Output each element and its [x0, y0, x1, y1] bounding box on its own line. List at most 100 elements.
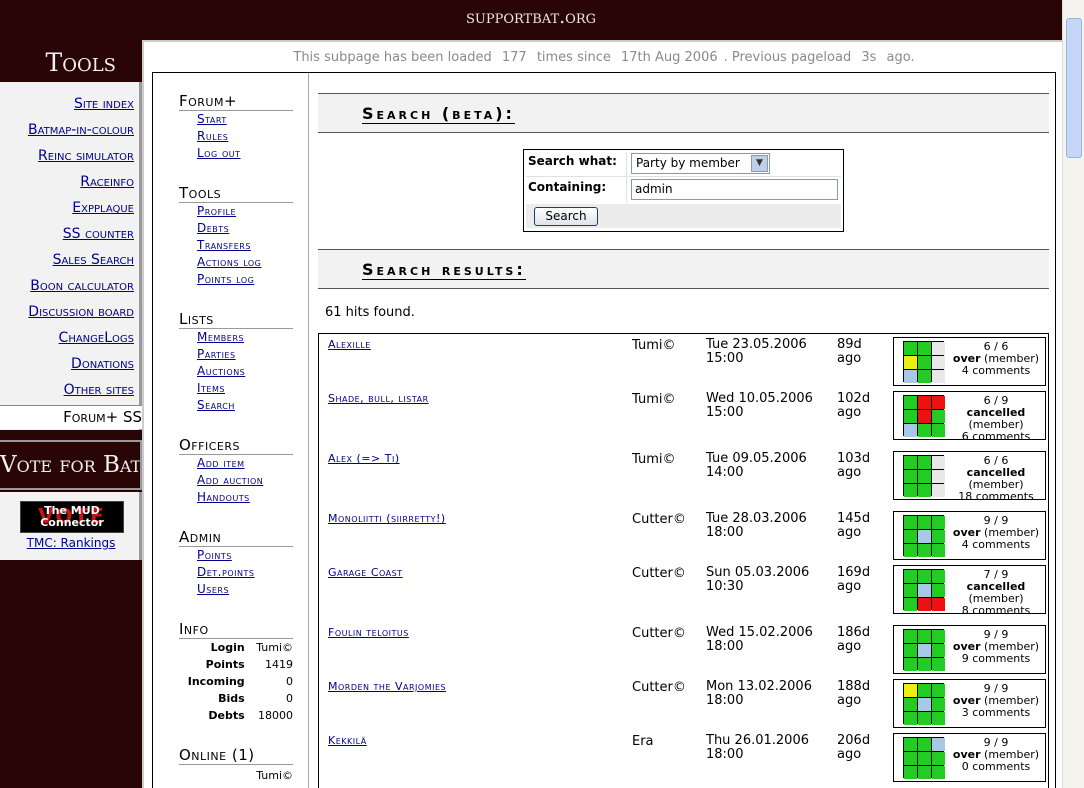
- submenu-link-debts[interactable]: Debts: [197, 220, 293, 237]
- party-date-time: 15:00: [706, 351, 744, 366]
- submenu-link-add-auction[interactable]: Add auction: [197, 472, 293, 489]
- party-slot-cell: [932, 598, 945, 611]
- party-slot-cell: [918, 424, 931, 437]
- party-date-day: Tue 23.05.2006: [706, 337, 807, 352]
- submenu-link-handouts[interactable]: Handouts: [197, 489, 293, 506]
- search-section-header: Search (beta):: [318, 93, 1049, 133]
- party-slot-cell: [918, 456, 931, 469]
- sidebar-item-batmap[interactable]: Batmap-in-colour: [0, 118, 139, 144]
- party-slot-cell: [932, 356, 945, 369]
- party-status-box[interactable]: 6 / 6 over (member) 4 comments: [893, 337, 1046, 386]
- submenu-link-logout[interactable]: Log out: [197, 145, 293, 162]
- chevron-down-icon[interactable]: ▼: [751, 155, 768, 172]
- party-status-box[interactable]: 9 / 9 over (member) 9 comments: [893, 625, 1046, 674]
- submenu-link-users[interactable]: Users: [197, 581, 293, 598]
- party-slot-cell: [904, 342, 917, 355]
- submenu-link-parties[interactable]: Parties: [197, 346, 293, 363]
- party-comments: 3 comments: [961, 706, 1031, 719]
- party-slot-cell: [918, 544, 931, 557]
- search-what-select[interactable]: Party by member ▼: [631, 153, 770, 174]
- party-slot-cell: [918, 584, 931, 597]
- sidebar-item-donations[interactable]: Donations: [0, 352, 139, 378]
- party-age: 186d ago: [837, 626, 870, 654]
- party-age-suffix: ago: [837, 579, 862, 594]
- table-row: Foulin teloitus Cutter© Wed 15.02.2006 18:0…: [319, 622, 1048, 678]
- online-user: Tumi©: [256, 769, 293, 782]
- party-slot-cell: [932, 470, 945, 483]
- party-leader: Era: [632, 734, 654, 749]
- party-date-day: Wed 10.05.2006: [706, 391, 813, 406]
- submenu-link-start[interactable]: Start: [197, 111, 293, 128]
- sidebar-item-ss-counter[interactable]: SS counter: [0, 222, 139, 248]
- search-form: Search what: Party by member ▼ Containin…: [523, 149, 844, 232]
- sidebar-item-changelogs[interactable]: ChangeLogs: [0, 326, 139, 352]
- sidebar-item-boon[interactable]: Boon calculator: [0, 274, 139, 300]
- party-status-box[interactable]: 9 / 9 over (member) 3 comments: [893, 679, 1046, 728]
- party-age-suffix: ago: [837, 693, 862, 708]
- submenu-link-add-item[interactable]: Add item: [197, 455, 293, 472]
- submenu-link-auctions[interactable]: Auctions: [197, 363, 293, 380]
- submenu-link-rules[interactable]: Rules: [197, 128, 293, 145]
- party-status-box[interactable]: 6 / 6 cancelled (member) 18 comments: [893, 451, 1046, 503]
- party-comments: 6 comments: [961, 430, 1031, 443]
- party-slot-cell: [904, 658, 917, 671]
- sidebar-item-site-index[interactable]: Site index: [0, 92, 139, 118]
- search-button[interactable]: Search: [534, 207, 598, 226]
- scroll-thumb[interactable]: [1066, 18, 1082, 158]
- party-status-box[interactable]: 6 / 9 cancelled (member) 6 comments: [893, 391, 1046, 443]
- party-age-days: 145d: [837, 511, 871, 526]
- submenu-link-members[interactable]: Members: [197, 329, 293, 346]
- tmc-rankings-link[interactable]: TMC: Rankings: [0, 536, 142, 550]
- party-name-link[interactable]: Foulin teloitus: [328, 626, 409, 639]
- sidebar-item-raceinfo[interactable]: Raceinfo: [0, 170, 139, 196]
- submenu-link-actions-log[interactable]: Actions log: [197, 254, 293, 271]
- page-scrollbar[interactable]: [1062, 0, 1084, 788]
- submenu-link-points[interactable]: Points: [197, 547, 293, 564]
- submenu-info-head: Info: [179, 619, 293, 639]
- sidebar-item-other-sites[interactable]: Other sites: [0, 378, 139, 404]
- submenu-link-transfers[interactable]: Transfers: [197, 237, 293, 254]
- party-comments: 18 comments: [958, 490, 1034, 503]
- tmc-vote-badge[interactable]: VOTE The MUD Connector: [20, 501, 124, 533]
- load-note-prefix: This subpage has been loaded: [293, 50, 492, 65]
- site-logo[interactable]: supportbat.org: [0, 6, 1062, 28]
- party-name-link[interactable]: Monoliitti (siirretty!): [328, 512, 446, 525]
- info-value: 0: [286, 692, 293, 705]
- party-leader: Cutter©: [632, 680, 686, 695]
- sidebar-item-sales-search[interactable]: Sales Search: [0, 248, 139, 274]
- party-name-link[interactable]: Kekkilä: [328, 734, 367, 747]
- party-name-link[interactable]: Alex (=> Ti): [328, 452, 400, 465]
- party-name-link[interactable]: Alexille: [328, 338, 371, 351]
- submenu-link-items[interactable]: Items: [197, 380, 293, 397]
- party-age-suffix: ago: [837, 405, 862, 420]
- party-slot-cell: [904, 456, 917, 469]
- party-status-box[interactable]: 7 / 9 cancelled (member) 8 comments: [893, 565, 1046, 617]
- sidebar-item-forum-ss[interactable]: Forum+ SS: [0, 405, 142, 429]
- party-slot-cell: [918, 410, 931, 423]
- party-name-link[interactable]: Shade, bull, listar: [328, 392, 429, 405]
- party-age-days: 102d: [837, 391, 871, 406]
- party-name-link[interactable]: Garage Coast: [328, 566, 403, 579]
- sidebar-item-expplaque[interactable]: Expplaque: [0, 196, 139, 222]
- party-slot-cell: [904, 698, 917, 711]
- submenu-link-search[interactable]: Search: [197, 397, 293, 414]
- party-slot-cell: [932, 530, 945, 543]
- sidebar-item-reinc[interactable]: Reinc simulator: [0, 144, 139, 170]
- sidebar-item-discussion[interactable]: Discussion board: [0, 300, 139, 326]
- party-slot-cell: [918, 698, 931, 711]
- party-date-time: 15:00: [706, 405, 744, 420]
- party-status-box[interactable]: 9 / 9 over (member) 4 comments: [893, 511, 1046, 560]
- party-name-link[interactable]: Morden the Varjomies: [328, 680, 446, 693]
- party-age: 206d ago: [837, 734, 870, 762]
- party-status-box[interactable]: 9 / 9 over (member) 0 comments: [893, 733, 1046, 782]
- submenu-link-points-log[interactable]: Points log: [197, 271, 293, 288]
- party-date: Wed 10.05.2006 15:00: [706, 392, 813, 420]
- submenu-link-profile[interactable]: Profile: [197, 203, 293, 220]
- form-divider: [626, 152, 627, 202]
- submenu-online-head: Online (1): [179, 745, 293, 765]
- party-leader: Tumi©: [632, 392, 676, 407]
- party-date: Wed 15.02.2006 18:00: [706, 626, 813, 654]
- containing-input[interactable]: admin: [631, 179, 838, 200]
- submenu-link-det-points[interactable]: Det.points: [197, 564, 293, 581]
- party-slot-cell: [932, 658, 945, 671]
